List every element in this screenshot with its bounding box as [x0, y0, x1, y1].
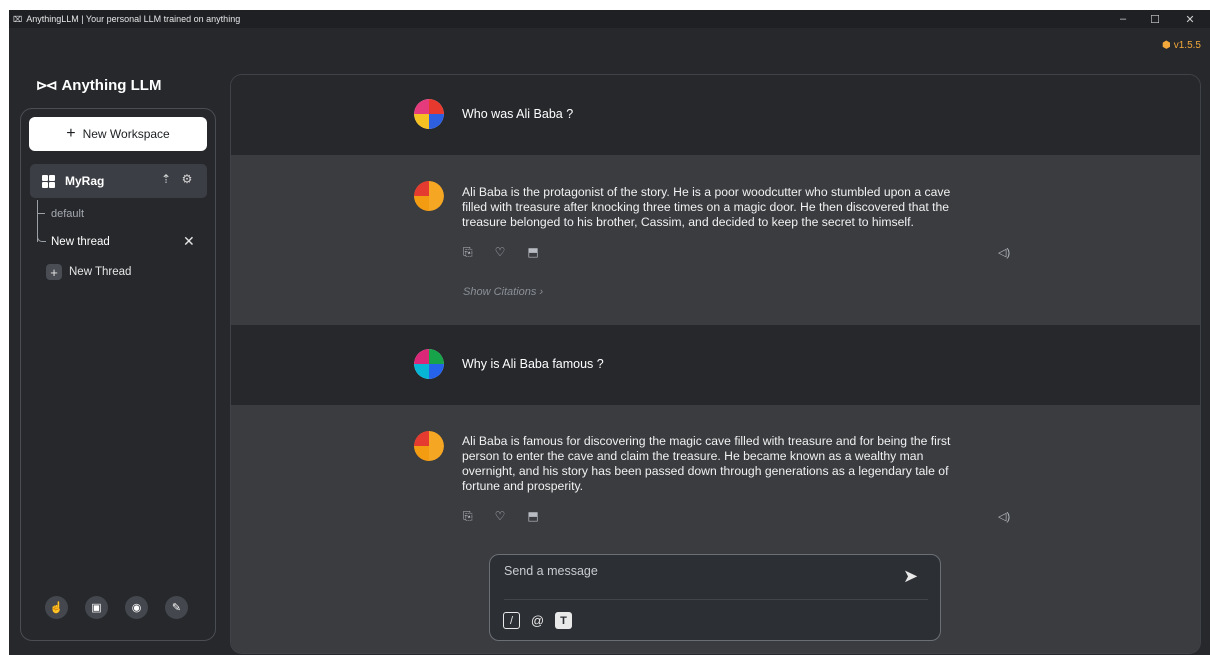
message-line: overnight, and his story has been passed… — [462, 464, 949, 478]
message-composer: Send a message ➤ / @ T — [489, 554, 941, 641]
assistant-message-text: Ali Baba is famous for discovering the m… — [462, 434, 950, 494]
composer-tools: / @ T — [503, 612, 572, 629]
thread-item-new-thread[interactable]: New thread — [51, 236, 110, 248]
speaker-icon[interactable]: ◁) — [998, 246, 1010, 259]
copy-icon[interactable]: ⎘ — [463, 509, 473, 524]
message-line: Ali Baba is famous for discovering the m… — [462, 434, 951, 448]
message-row-user: Why is Ali Baba famous ? — [231, 325, 1200, 405]
sidebar-footer: ☝ ▣ ◉ ✎ — [45, 596, 188, 619]
message-line: filled with treasure after knocking thre… — [462, 200, 950, 214]
message-row-user: Who was Ali Baba ? — [231, 75, 1200, 155]
assistant-avatar — [414, 431, 444, 461]
upload-icon[interactable]: ⇡ — [158, 172, 174, 188]
app-window: ⬢ v1.5.5 ⊳⊲ Anything LLM + New Workspace… — [9, 28, 1210, 655]
user-avatar — [414, 99, 444, 129]
send-icon[interactable]: ➤ — [903, 566, 918, 587]
chevron-right-icon: › — [539, 286, 544, 298]
plus-icon: + — [46, 264, 62, 280]
window-titlebar: ⌧ AnythingLLM | Your personal LLM traine… — [9, 10, 1210, 28]
version-label: v1.5.5 — [1173, 40, 1201, 51]
workspace-grid-icon — [42, 174, 55, 188]
shield-icon: ⬢ — [1162, 40, 1171, 51]
discord-icon[interactable]: ◉ — [125, 596, 148, 619]
anythingllm-logo-icon: ⌧ — [13, 14, 23, 24]
thread-tree-corner — [37, 234, 46, 242]
slash-command-icon[interactable]: / — [503, 612, 520, 629]
new-thread-label: New Thread — [69, 266, 132, 278]
copy-icon[interactable]: ⎘ — [463, 245, 473, 260]
thumbs-up-icon[interactable]: ♡ — [495, 245, 506, 260]
maximize-button[interactable]: ☐ — [1137, 10, 1173, 28]
close-window-button[interactable]: ✕ — [1172, 10, 1208, 28]
brand-name: Anything LLM — [61, 77, 162, 94]
message-input[interactable]: Send a message — [504, 564, 598, 578]
thumbs-down-icon[interactable]: ⬒ — [527, 509, 538, 524]
message-line: Ali Baba is the protagonist of the story… — [462, 185, 951, 199]
new-workspace-button[interactable]: + New Workspace — [29, 117, 207, 151]
sidebar-item-workspace[interactable]: MyRag ⇡ ⚙ — [30, 164, 207, 198]
minimize-button[interactable]: – — [1105, 10, 1141, 28]
assistant-avatar — [414, 181, 444, 211]
admin-wrench-icon[interactable]: ✎ — [165, 596, 188, 619]
composer-divider — [504, 599, 928, 600]
community-hub-icon[interactable]: ☝ — [45, 596, 68, 619]
version-badge[interactable]: ⬢ v1.5.5 — [1162, 40, 1201, 51]
thumbs-up-icon[interactable]: ♡ — [495, 509, 506, 524]
speaker-icon[interactable]: ◁) — [998, 510, 1010, 523]
settings-gear-icon[interactable]: ⚙ — [179, 172, 195, 188]
message-line: fortune and prosperity. — [462, 479, 584, 493]
thumbs-down-icon[interactable]: ⬒ — [527, 245, 538, 260]
anythingllm-logo-icon: ⊳⊲ — [36, 77, 58, 93]
message-line: person to enter the cave and claim the t… — [462, 449, 924, 463]
close-icon[interactable]: ✕ — [183, 233, 195, 250]
workspace-name: MyRag — [65, 174, 105, 188]
user-message-text: Why is Ali Baba famous ? — [462, 357, 604, 371]
user-avatar — [414, 349, 444, 379]
message-actions: ⎘ ♡ ⬒ — [463, 509, 539, 524]
assistant-message-text: Ali Baba is the protagonist of the story… — [462, 185, 950, 230]
user-message-text: Who was Ali Baba ? — [462, 107, 574, 121]
docs-book-icon[interactable]: ▣ — [85, 596, 108, 619]
show-citations-label: Show Citations — [463, 286, 537, 298]
new-workspace-label: New Workspace — [82, 127, 170, 141]
brand: ⊳⊲ Anything LLM — [36, 77, 161, 94]
message-row-assistant: Ali Baba is the protagonist of the story… — [231, 155, 1200, 325]
show-citations-link[interactable]: Show Citations › — [463, 286, 543, 298]
window-title: AnythingLLM | Your personal LLM trained … — [26, 14, 241, 24]
thread-tree-branch — [37, 213, 45, 214]
thread-item-default[interactable]: default — [51, 208, 84, 220]
message-line: treasure belonged to his brother, Cassim… — [462, 215, 914, 229]
at-mention-icon[interactable]: @ — [529, 612, 546, 629]
plus-icon: + — [66, 125, 76, 142]
text-size-icon[interactable]: T — [555, 612, 572, 629]
message-actions: ⎘ ♡ ⬒ — [463, 245, 539, 260]
new-thread-button[interactable]: + New Thread — [46, 264, 131, 280]
